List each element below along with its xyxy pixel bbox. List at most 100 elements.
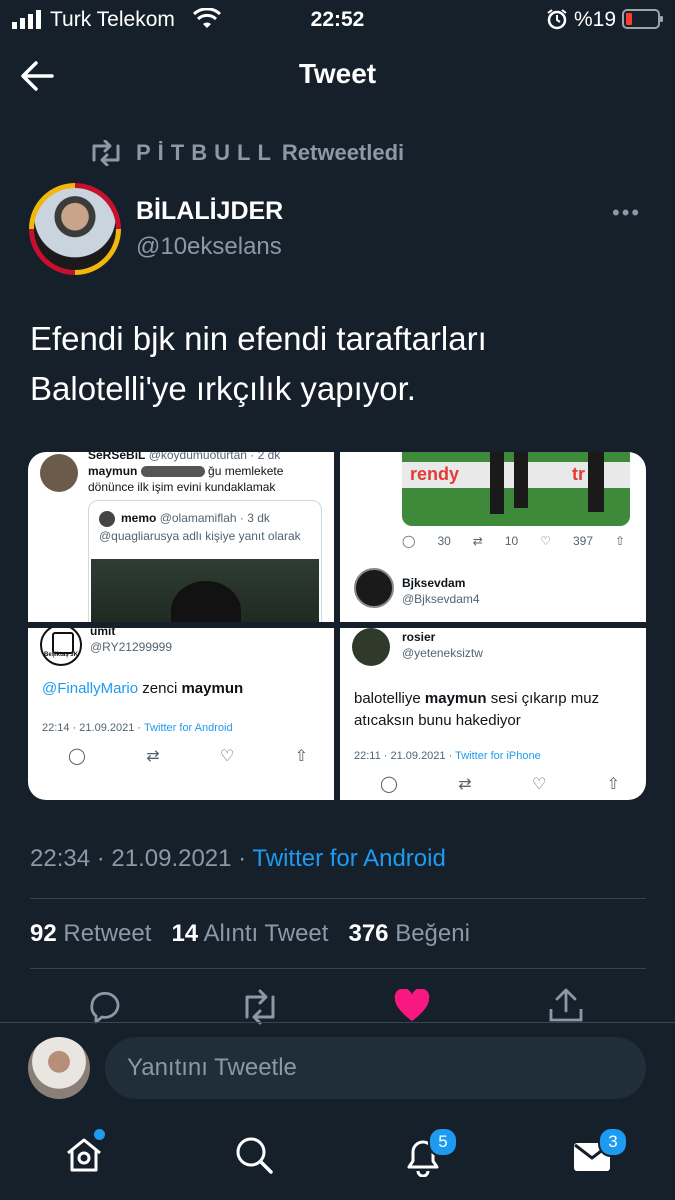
more-options-icon[interactable]: ••• — [612, 200, 641, 226]
embedded-handle: @Bjksevdam4 — [402, 592, 480, 606]
embedded-text-part: maymun — [424, 690, 487, 707]
avatar: Beşiktaş JK — [40, 628, 82, 666]
quoted-handle: @olamamiflah · 3 dk — [159, 511, 270, 525]
embedded-actions: ◯ 30 ⇄ 10 ♡ 397 ⇧ — [402, 534, 625, 548]
reply-icon: ◯ — [380, 776, 398, 793]
avatar — [99, 511, 115, 527]
embedded-user: umit — [90, 628, 116, 638]
divider — [30, 898, 646, 899]
tweet-stats: 92 Retweet 14 Alıntı Tweet 376 Beğeni — [30, 920, 470, 948]
retweeted-label: Retweetledi — [281, 140, 405, 165]
like-button[interactable] — [394, 989, 430, 1023]
embedded-text-part: sesi çıkarıp muz — [490, 690, 600, 707]
retweet-icon: ⇄ — [458, 776, 472, 793]
tab-notifications[interactable]: 5 — [404, 1127, 458, 1177]
home-icon — [67, 1138, 101, 1172]
embedded-like-count: 397 — [572, 534, 594, 548]
heart-icon: ♡ — [540, 534, 551, 548]
avatar — [40, 454, 78, 492]
crest-icon — [52, 632, 74, 654]
media-image-3[interactable]: Beşiktaş JK umit @RY21299999 @FinallyMar… — [28, 628, 334, 800]
embedded-source: Twitter for iPhone — [455, 750, 541, 762]
embedded-user: rosier — [402, 630, 436, 644]
embedded-text: maymun — [88, 464, 138, 478]
embedded-time: 22:11 · 21.09.2021 · — [354, 750, 453, 762]
embedded-text: balotelliye maymun sesi çıkarıp muz atıc… — [354, 688, 644, 732]
author-name[interactable]: BİLALİJDER — [136, 197, 283, 226]
match-photo: rendy tr — [402, 452, 630, 526]
media-grid[interactable]: SeRSeBiL @koydumuoturtan · 2 dk maymun ğ… — [28, 452, 646, 800]
embedded-user: SeRSeBiL — [88, 452, 146, 462]
embedded-text: zenci — [142, 680, 178, 697]
embedded-text-part: atıcaksın bunu hakediyor — [354, 712, 521, 729]
tweet-text-line: Efendi bjk nin efendi taraftarları — [30, 320, 487, 357]
new-content-dot — [94, 1129, 105, 1140]
like-stat[interactable]: 376 Beğeni — [348, 920, 469, 947]
heart-icon: ♡ — [531, 776, 547, 793]
reply-input[interactable]: Yanıtını Tweetle — [105, 1037, 646, 1099]
current-user-avatar[interactable] — [28, 1037, 90, 1099]
heart-filled-icon — [394, 989, 430, 1021]
embedded-text: dönünce ilk işim evini kundaklamak — [88, 480, 276, 494]
embedded-handle: @koydumuoturtan · 2 dk — [148, 452, 281, 462]
battery-percent: %19 — [574, 8, 617, 31]
messages-badge: 3 — [598, 1127, 628, 1157]
tab-search[interactable] — [234, 1135, 274, 1175]
tab-home[interactable] — [64, 1129, 105, 1175]
embedded-text: ğu memlekete — [208, 464, 284, 478]
tweet-actions — [0, 985, 675, 1025]
notifications-badge: 5 — [428, 1127, 458, 1157]
ad-board-text: rendy — [410, 464, 460, 484]
embedded-handle: @yeteneksiztw — [402, 646, 483, 660]
reply-button[interactable] — [88, 989, 124, 1025]
embedded-actions: ◯ ⇄ ♡ ⇧ — [68, 746, 308, 766]
retweet-icon — [88, 140, 124, 166]
retweeted-by[interactable]: PİTBULL Retweetledi — [88, 138, 404, 168]
player — [514, 452, 528, 508]
avatar — [354, 568, 394, 608]
tweet-text-line: Balotelli'ye ırkçılık yapıyor. — [30, 370, 416, 407]
quote-stat[interactable]: 14 Alıntı Tweet — [171, 920, 328, 947]
embedded-actions: ◯ ⇄ ♡ ⇧ — [380, 774, 620, 794]
reply-icon: ◯ — [68, 748, 86, 765]
divider — [30, 968, 646, 969]
share-icon: ⇧ — [615, 534, 626, 548]
author-avatar[interactable] — [29, 183, 121, 275]
share-icon — [549, 988, 583, 1022]
retweeter-name: PİTBULL — [136, 140, 278, 165]
player — [588, 452, 604, 512]
tweet-source-link[interactable]: Twitter for Android — [252, 845, 445, 872]
reply-icon — [90, 991, 120, 1024]
quoted-reply-to: @quagliarusya adlı kişiye yanıt olarak — [99, 529, 301, 543]
tweet-timestamp-row: 22:34 · 21.09.2021 · Twitter for Android — [30, 845, 446, 873]
embedded-text: maymun — [181, 680, 244, 697]
media-image-1[interactable]: SeRSeBiL @koydumuoturtan · 2 dk maymun ğ… — [28, 452, 334, 622]
embedded-source: Twitter for Android — [143, 722, 233, 734]
ad-board-text: tr — [572, 464, 585, 484]
alarm-icon — [546, 8, 568, 30]
embedded-time: 22:14 · 21.09.2021 · — [42, 722, 142, 734]
media-image-2[interactable]: rendy tr ◯ 30 ⇄ 10 ♡ 397 ⇧ Bjksevdam @Bjkse… — [340, 452, 646, 622]
retweet-stat[interactable]: 92 Retweet — [30, 920, 151, 947]
page-title: Tweet — [298, 58, 377, 89]
media-image-4[interactable]: rosier @yeteneksiztw balotelliye maymun … — [340, 628, 646, 800]
heart-icon: ♡ — [219, 748, 235, 765]
search-icon — [236, 1137, 273, 1174]
tab-messages[interactable]: 3 — [572, 1127, 628, 1173]
share-icon: ⇧ — [294, 748, 308, 765]
battery-icon — [622, 8, 664, 30]
author-handle[interactable]: @10ekselans — [136, 233, 282, 261]
share-button[interactable] — [548, 987, 584, 1023]
embedded-handle: @RY21299999 — [90, 640, 173, 654]
tweet-timestamp: 22:34 · 21.09.2021 · — [30, 845, 247, 872]
embedded-mention: @FinallyMario — [42, 680, 139, 697]
avatar-caption: Beşiktaş JK — [43, 652, 79, 658]
retweet-button[interactable] — [240, 989, 280, 1025]
tab-bar: 5 3 — [0, 1115, 675, 1200]
reply-icon: ◯ — [402, 534, 416, 548]
avatar — [352, 628, 390, 666]
embedded-reply-count: 30 — [437, 534, 451, 548]
retweet-icon: ⇄ — [146, 748, 160, 765]
quoted-photo — [91, 559, 319, 622]
retweet-icon — [245, 989, 275, 1025]
